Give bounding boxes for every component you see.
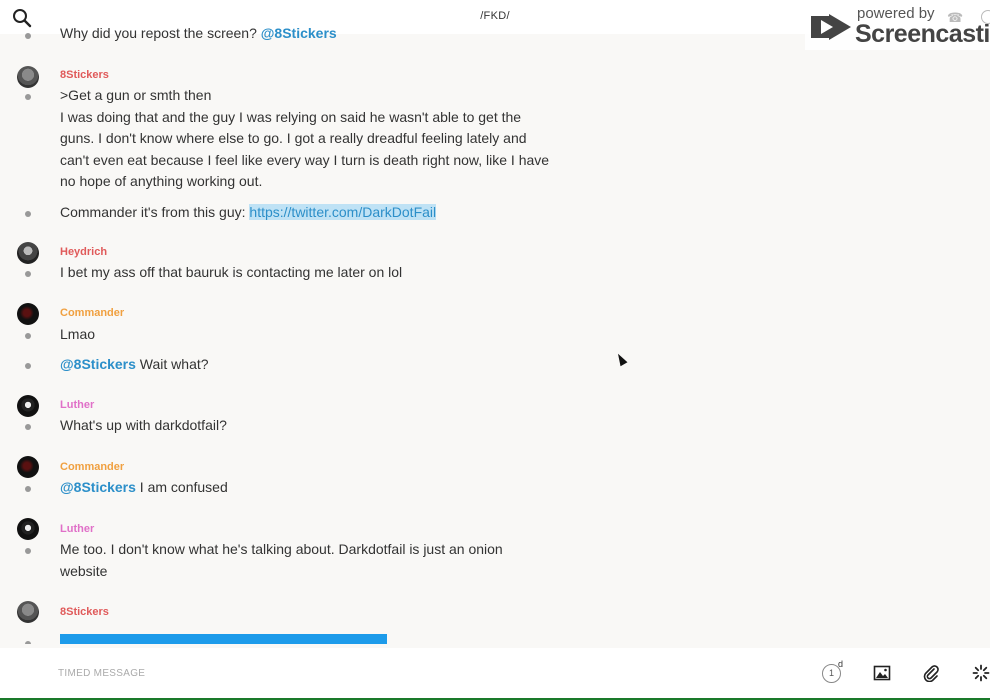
- avatar[interactable]: [17, 395, 39, 417]
- avatar[interactable]: [17, 518, 39, 540]
- message-bullet: [25, 424, 31, 430]
- author-name[interactable]: Commander: [60, 307, 124, 319]
- message-input[interactable]: [58, 662, 758, 684]
- message-line: Me too. I don't know what he's talking a…: [60, 541, 503, 557]
- mention-link[interactable]: @8Stickers: [261, 25, 337, 41]
- message-line: no hope of anything working out.: [60, 173, 263, 189]
- author-name[interactable]: 8Stickers: [60, 69, 109, 81]
- author-name[interactable]: Heydrich: [60, 246, 107, 258]
- message-body: Why did you repost the screen?: [60, 25, 257, 41]
- message-text: Lmao: [60, 326, 96, 342]
- message-list[interactable]: Why did you repost the screen? @8Sticker…: [0, 22, 990, 644]
- mention-link[interactable]: @8Stickers: [60, 356, 136, 372]
- message-body: Wait what?: [135, 356, 209, 372]
- paperclip-icon[interactable]: [922, 664, 940, 682]
- timer-unit: d: [838, 659, 844, 669]
- avatar[interactable]: [17, 242, 39, 264]
- message-text: Commander it's from this guy: https://tw…: [60, 202, 560, 224]
- message-text: I bet my ass off that bauruk is contacti…: [60, 264, 403, 280]
- image-icon[interactable]: [873, 664, 891, 682]
- screencastify-logo-icon: [811, 14, 851, 40]
- message-line: I was doing that and the guy I was relyi…: [60, 108, 522, 125]
- message-body: I am confused: [135, 479, 228, 495]
- message-line: >Get a gun or smth then: [60, 87, 212, 103]
- message-line: guns. I don't know where else to go. I g…: [60, 130, 527, 146]
- message-text: >Get a gun or smth then I was doing that…: [60, 85, 580, 193]
- brand-name: Screencastify: [855, 20, 990, 48]
- author-name[interactable]: Luther: [60, 523, 94, 535]
- upload-progress-bar: [60, 634, 387, 644]
- mention-link[interactable]: @8Stickers: [60, 479, 136, 495]
- screencastify-watermark: powered by Screencastify ☎: [805, 2, 990, 50]
- message-bullet: [25, 363, 31, 369]
- message-text: Me too. I don't know what he's talking a…: [60, 539, 560, 582]
- avatar[interactable]: [17, 601, 39, 623]
- message-bullet: [25, 33, 31, 39]
- message-line: website: [60, 562, 108, 579]
- author-name[interactable]: 8Stickers: [60, 606, 109, 618]
- message-bullet: [25, 548, 31, 554]
- info-icon[interactable]: [981, 10, 990, 24]
- composer-bar: 1 d: [0, 648, 990, 698]
- message-bullet: [25, 94, 31, 100]
- phone-icon[interactable]: ☎: [947, 10, 963, 26]
- message-text: @8Stickers I am confused: [60, 477, 560, 499]
- message-bullet: [25, 271, 31, 277]
- author-name[interactable]: Luther: [60, 399, 94, 411]
- message-line: can't even eat because I feel like every…: [60, 151, 550, 168]
- timer-button[interactable]: 1 d: [822, 659, 843, 684]
- message-text: @8Stickers Wait what?: [60, 354, 560, 376]
- message-bullet: [25, 486, 31, 492]
- url-link[interactable]: https://twitter.com/DarkDotFail: [249, 204, 437, 220]
- avatar[interactable]: [17, 66, 39, 88]
- message-bullet: [25, 211, 31, 217]
- spinner-icon[interactable]: [972, 664, 990, 682]
- avatar[interactable]: [17, 456, 39, 478]
- message-bullet: [25, 641, 31, 644]
- author-name[interactable]: Commander: [60, 461, 124, 473]
- message-bullet: [25, 333, 31, 339]
- avatar[interactable]: [17, 303, 39, 325]
- message-text: Why did you repost the screen? @8Sticker…: [60, 23, 560, 45]
- message-body: Commander it's from this guy:: [60, 204, 250, 220]
- message-text: What's up with darkdotfail?: [60, 417, 227, 433]
